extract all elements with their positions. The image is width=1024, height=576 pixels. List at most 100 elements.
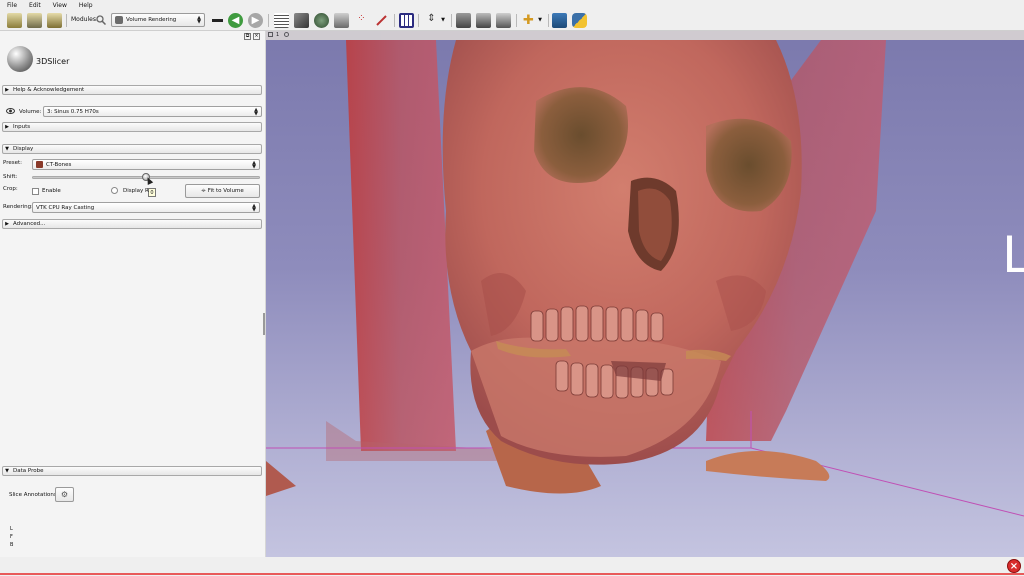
save-icon[interactable] (47, 13, 62, 28)
module-history-icon[interactable] (210, 13, 225, 28)
probe-orient-b: B (10, 542, 14, 548)
layout-list-icon[interactable] (274, 13, 289, 28)
crosshair-icon[interactable]: ✚ (521, 13, 536, 28)
preset-thumbnail-icon (36, 161, 43, 168)
chevron-updown-icon: ▲ ▼ (252, 160, 256, 170)
menu-view[interactable]: View (46, 2, 72, 9)
transform-icon[interactable]: ⁘ (354, 13, 369, 28)
slicer-logo (7, 46, 33, 72)
module-selector-value: Volume Rendering (126, 17, 177, 23)
python-icon[interactable] (572, 13, 587, 28)
undock-icon[interactable]: ⧉ (244, 33, 251, 40)
fit-crosshair-icon: ⌖ (201, 186, 206, 195)
section-inputs-label: Inputs (13, 124, 31, 130)
collapsed-arrow-icon: ▶ (5, 221, 9, 227)
ruler-icon[interactable] (374, 13, 389, 28)
preset-selector-value: CT-Bones (46, 161, 72, 168)
3d-view-header: 1 (266, 31, 1024, 40)
brain-icon[interactable] (314, 13, 329, 28)
volume-label: Volume: (19, 109, 42, 115)
module-settings-icon[interactable] (496, 13, 511, 28)
rendering-label: Rendering: (3, 204, 33, 210)
section-display[interactable]: ▼ Display (2, 144, 262, 154)
slice-annotations-label: Slice Annotations: (9, 492, 59, 498)
toolbar: Modules: Volume Rendering ▲▼ ◀ ▶ ⁘ ⇕ ▼ (0, 10, 1024, 31)
layout-grid-icon[interactable] (399, 13, 414, 28)
expanded-arrow-icon: ▼ (5, 468, 9, 474)
menu-file[interactable]: File (0, 2, 22, 9)
stack-icon[interactable] (334, 13, 349, 28)
section-help-label: Help & Acknowledgement (13, 87, 85, 93)
error-log-close-icon[interactable]: × (1007, 559, 1021, 573)
gear-icon: ⚙ (60, 490, 69, 499)
chevron-updown-icon: ▲ ▼ (254, 107, 258, 117)
crop-label: Crop: (3, 186, 18, 192)
section-advanced[interactable]: ▶ Advanced... (2, 219, 262, 229)
chevron-down-icon[interactable]: ▼ (536, 13, 544, 28)
shift-tooltip: 0 (148, 188, 156, 197)
section-data-probe-label: Data Probe (13, 468, 44, 474)
mouse-mode-icon[interactable]: ⇕ (424, 13, 439, 28)
fit-to-volume-label: Fit to Volume (207, 188, 244, 194)
toolbar-separator (268, 14, 269, 27)
toolbar-separator (548, 14, 549, 27)
preset-selector[interactable]: CT-Bones ▲ ▼ (32, 159, 260, 170)
status-bar: × (0, 557, 1024, 576)
3d-view-label: 1 (276, 32, 280, 38)
menu-help[interactable]: Help (72, 2, 98, 9)
volume-selector[interactable]: 3: Sinus 0.75 H70s ▲ ▼ (43, 106, 262, 117)
toolbar-separator (394, 14, 395, 27)
eye-icon[interactable] (6, 108, 15, 114)
extension-manager-icon[interactable] (552, 13, 567, 28)
display-roi-toggle[interactable] (111, 187, 118, 194)
orientation-marker: L (1002, 226, 1024, 284)
section-help[interactable]: ▶ Help & Acknowledgement (2, 85, 262, 95)
3d-view[interactable]: 1 L (266, 31, 1024, 557)
section-display-label: Display (13, 146, 34, 152)
back-arrow-icon[interactable]: ◀ (228, 13, 243, 28)
expanded-arrow-icon: ▼ (5, 146, 9, 152)
volume-rendering-scene (266, 40, 1024, 517)
chevron-down-icon[interactable]: ▼ (439, 13, 447, 28)
menu-edit[interactable]: Edit (22, 2, 46, 9)
toolbar-separator (451, 14, 452, 27)
close-icon[interactable]: × (253, 33, 260, 40)
chevron-updown-icon: ▲ ▼ (252, 203, 256, 213)
module-panel: ⧉ × 3DSlicer ▶ Help & Acknowledgement Vo… (0, 31, 266, 557)
panel-splitter-handle[interactable] (263, 313, 265, 335)
section-data-probe[interactable]: ▼ Data Probe (2, 466, 262, 476)
menu-bar: File Edit View Help (0, 0, 1024, 10)
rendering-selector[interactable]: VTK CPU Ray Casting ▲ ▼ (32, 202, 260, 213)
module-selector[interactable]: Volume Rendering ▲ ▼ (111, 13, 205, 27)
crop-enable-checkbox[interactable] (32, 188, 39, 195)
probe-orient-f: F (10, 534, 13, 540)
volume-selector-value: 3: Sinus 0.75 H70s (47, 108, 99, 115)
link-icon[interactable] (284, 32, 289, 37)
error-indicator-line (0, 573, 1024, 575)
section-inputs[interactable]: ▶ Inputs (2, 122, 262, 132)
collapsed-arrow-icon: ▶ (5, 124, 9, 130)
pin-icon[interactable] (268, 32, 273, 37)
load-dicom-icon[interactable] (27, 13, 42, 28)
modules-label: Modules: (71, 16, 98, 23)
forward-arrow-icon[interactable]: ▶ (248, 13, 263, 28)
scene-view-icon[interactable] (476, 13, 491, 28)
screenshot-icon[interactable] (456, 13, 471, 28)
rendering-selector-value: VTK CPU Ray Casting (36, 204, 95, 211)
slicer-window: File Edit View Help Modules: Volume Rend… (0, 0, 1024, 576)
crop-enable-label: Enable (42, 188, 61, 194)
collapsed-arrow-icon: ▶ (5, 87, 9, 93)
cube-icon[interactable] (294, 13, 309, 28)
probe-orient-l: L (10, 526, 13, 532)
app-name: 3DSlicer (36, 57, 70, 66)
preset-label: Preset: (3, 160, 23, 166)
volume-rendering-icon (115, 16, 123, 24)
toolbar-separator (66, 14, 67, 27)
chevron-updown-icon: ▲ ▼ (197, 15, 201, 25)
slice-annotations-gear-button[interactable]: ⚙ (55, 487, 74, 502)
shift-label: Shift: (3, 174, 18, 180)
fit-to-volume-button[interactable]: ⌖ Fit to Volume (185, 184, 260, 198)
load-data-icon[interactable] (7, 13, 22, 28)
search-icon[interactable] (96, 15, 107, 26)
toolbar-separator (516, 14, 517, 27)
